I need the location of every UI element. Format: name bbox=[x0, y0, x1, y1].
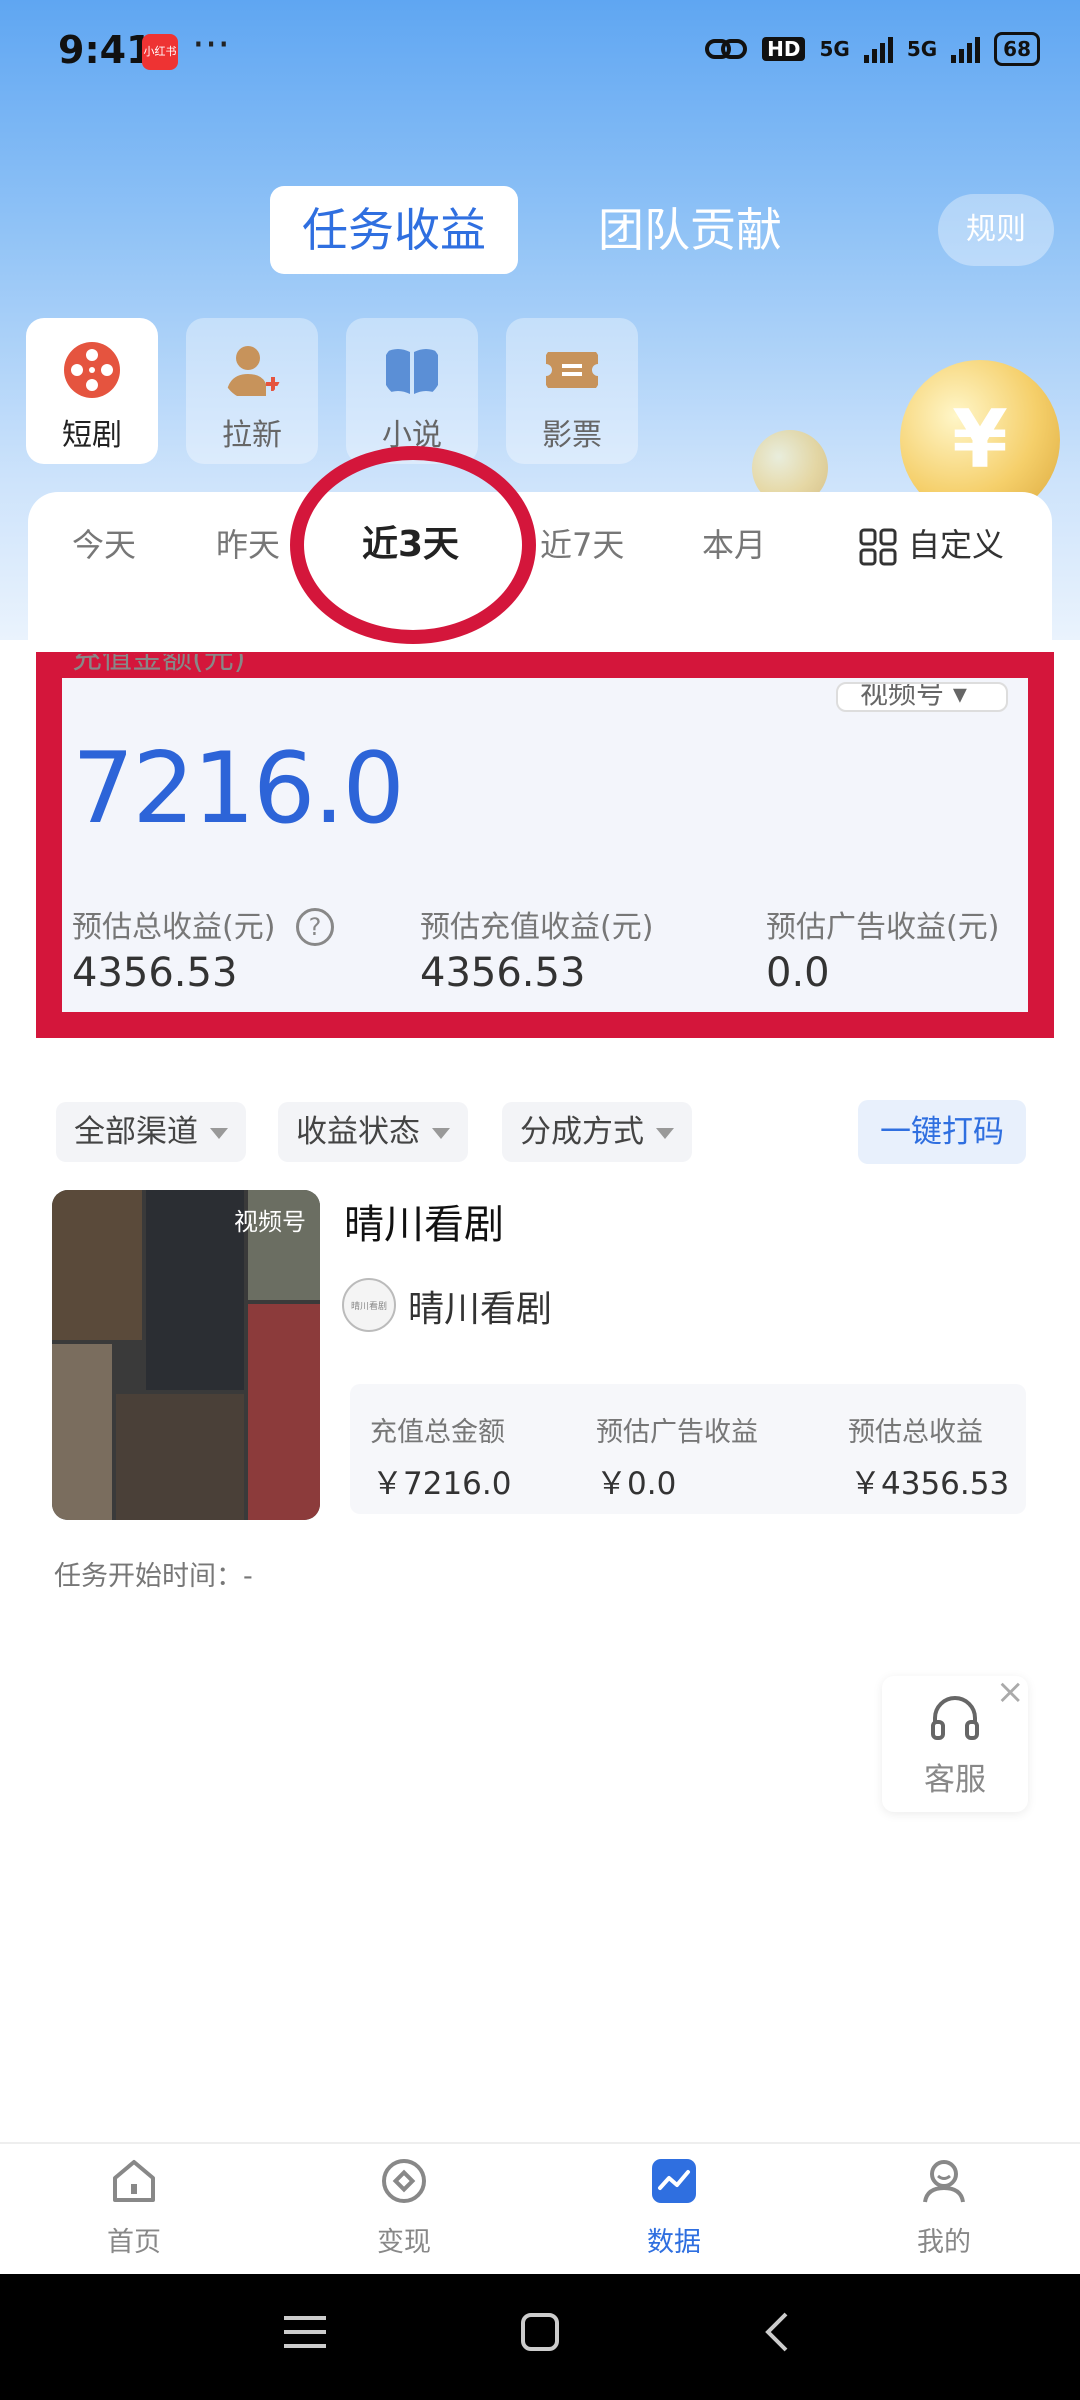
close-icon[interactable]: × bbox=[996, 1672, 1025, 1712]
chart-icon bbox=[652, 2159, 696, 2203]
dropdown-arrow-icon bbox=[656, 1128, 674, 1139]
item-stat-label: 充值总金额 bbox=[370, 1417, 505, 1448]
tab-task-earnings[interactable]: 任务收益 bbox=[270, 186, 518, 274]
film-reel-icon bbox=[64, 342, 120, 398]
nav-monetize[interactable]: 变现 bbox=[334, 2156, 474, 2259]
channel-select[interactable]: 视频号 ▾ bbox=[836, 682, 1008, 712]
filter-label: 全部渠道 bbox=[74, 1114, 198, 1150]
more-notifications-icon: ··· bbox=[192, 22, 231, 68]
task-start-time: 任务开始时间：- bbox=[54, 1561, 253, 1592]
poster-panel bbox=[52, 1344, 112, 1520]
signal-icon bbox=[863, 35, 893, 63]
filter-label: 分成方式 bbox=[520, 1114, 644, 1150]
notification-app-icon: 小红书 bbox=[142, 34, 178, 70]
drama-title: 晴川看剧 bbox=[344, 1202, 504, 1248]
item-stat-value: ￥7216.0 bbox=[372, 1466, 512, 1502]
drama-poster[interactable]: 视频号 bbox=[52, 1190, 320, 1520]
home-icon bbox=[113, 2160, 155, 2202]
filter-label: 收益状态 bbox=[296, 1114, 420, 1150]
category-label: 拉新 bbox=[222, 418, 282, 453]
filter-share-method[interactable]: 分成方式 bbox=[502, 1102, 692, 1162]
stat-value-total: 4356.53 bbox=[72, 950, 238, 996]
stat-value-ad: 0.0 bbox=[766, 950, 830, 996]
tab-team-contribution[interactable]: 团队贡献 bbox=[560, 186, 820, 274]
poster-panel bbox=[52, 1190, 142, 1340]
link-icon bbox=[705, 39, 748, 59]
one-click-code-button[interactable]: 一键打码 bbox=[858, 1100, 1026, 1164]
item-stat-value: ￥0.0 bbox=[596, 1466, 677, 1502]
account-avatar: 晴川看剧 bbox=[342, 1278, 396, 1332]
date-tab-last7days[interactable]: 近7天 bbox=[540, 520, 624, 570]
category-label: 影票 bbox=[542, 418, 602, 453]
stat-label-ad: 预估广告收益(元) bbox=[766, 910, 1000, 945]
headset-icon bbox=[931, 1696, 979, 1740]
item-stat-value: ￥4356.53 bbox=[850, 1466, 1010, 1502]
nav-profile[interactable]: 我的 bbox=[874, 2156, 1014, 2259]
nav-label: 变现 bbox=[377, 2227, 431, 2258]
back-icon[interactable] bbox=[762, 2310, 792, 2354]
filter-earnings-status[interactable]: 收益状态 bbox=[278, 1102, 468, 1162]
stat-value-recharge: 4356.53 bbox=[420, 950, 586, 996]
hd-badge: HD bbox=[762, 37, 806, 61]
category-referral[interactable]: 拉新 bbox=[186, 318, 318, 464]
recharge-amount-label: 充值金额(元) bbox=[72, 654, 246, 676]
poster-panel bbox=[248, 1304, 320, 1520]
nav-data[interactable]: 数据 bbox=[604, 2156, 744, 2259]
dropdown-arrow-icon bbox=[210, 1128, 228, 1139]
date-tab-custom[interactable]: 自定义 bbox=[858, 520, 1004, 570]
rules-button[interactable]: 规则 bbox=[938, 194, 1054, 266]
nav-label: 我的 bbox=[917, 2227, 971, 2258]
ticket-icon bbox=[546, 352, 598, 388]
status-bar: 9:41 小红书 ··· HD 5G 5G 68 bbox=[0, 0, 1080, 110]
category-short-drama[interactable]: 短剧 bbox=[26, 318, 158, 464]
category-novel[interactable]: 小说 bbox=[346, 318, 478, 464]
stat-label-recharge: 预估充值收益(元) bbox=[420, 910, 654, 945]
nav-home[interactable]: 首页 bbox=[64, 2156, 204, 2259]
user-icon bbox=[923, 2160, 965, 2203]
custom-label: 自定义 bbox=[908, 526, 1005, 564]
date-tab-today[interactable]: 今天 bbox=[72, 520, 136, 570]
status-indicators: HD 5G 5G 68 bbox=[704, 32, 1040, 66]
battery-icon: 68 bbox=[994, 32, 1040, 66]
menu-icon[interactable] bbox=[284, 2314, 326, 2350]
network-5g-label: 5G bbox=[819, 37, 850, 61]
category-label: 短剧 bbox=[62, 418, 122, 453]
poster-panel bbox=[146, 1190, 244, 1390]
help-icon[interactable]: ? bbox=[296, 908, 334, 946]
dropdown-arrow-icon bbox=[432, 1128, 450, 1139]
item-stat-label: 预估广告收益 bbox=[596, 1417, 758, 1448]
recharge-amount-value: 7216.0 bbox=[72, 732, 405, 846]
nav-label: 数据 bbox=[647, 2227, 701, 2258]
annotation-circle bbox=[290, 446, 536, 644]
target-icon bbox=[382, 2159, 426, 2203]
stat-label-total: 预估总收益(元) bbox=[72, 910, 276, 945]
poster-panel bbox=[116, 1394, 244, 1520]
book-icon bbox=[386, 349, 438, 394]
item-stat-label: 预估总收益 bbox=[848, 1417, 983, 1448]
add-user-icon bbox=[226, 346, 280, 396]
home-button-icon[interactable] bbox=[520, 2312, 560, 2352]
grid-icon bbox=[859, 528, 897, 566]
filter-channel[interactable]: 全部渠道 bbox=[56, 1102, 246, 1162]
date-tab-yesterday[interactable]: 昨天 bbox=[216, 520, 280, 570]
status-time: 9:41 bbox=[58, 28, 153, 72]
category-movie-ticket[interactable]: 影票 bbox=[506, 318, 638, 464]
customer-service-label: 客服 bbox=[924, 1762, 986, 1798]
channel-select-value: 视频号 bbox=[860, 682, 945, 710]
network-5g-label-2: 5G bbox=[906, 37, 938, 61]
account-name: 晴川看剧 bbox=[408, 1289, 553, 1330]
nav-label: 首页 bbox=[107, 2227, 161, 2258]
poster-tag: 视频号 bbox=[234, 1208, 306, 1236]
signal-icon-2 bbox=[951, 35, 981, 63]
date-tab-this-month[interactable]: 本月 bbox=[702, 520, 766, 570]
